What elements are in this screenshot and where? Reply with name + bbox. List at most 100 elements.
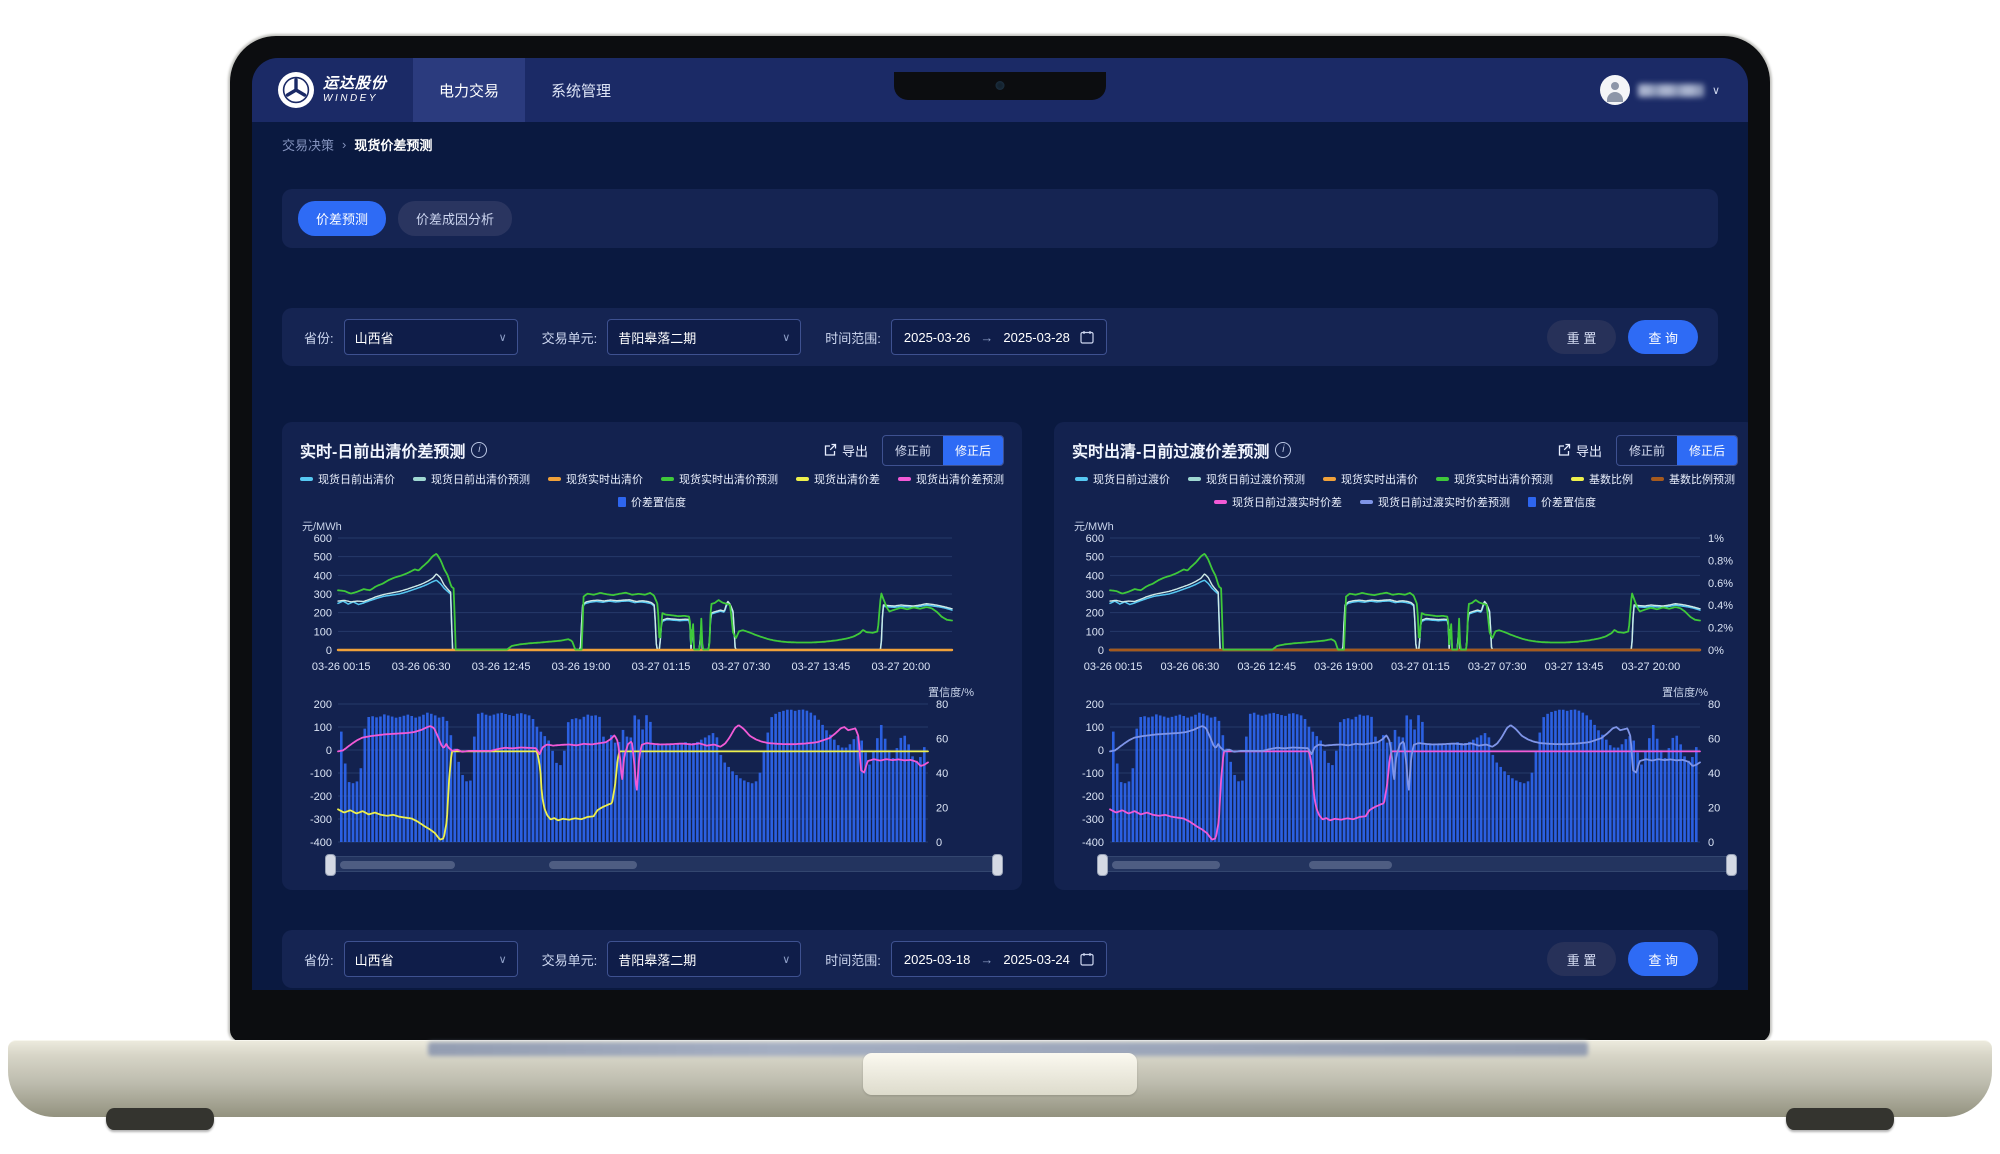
start-date: 2025-03-18 — [904, 952, 971, 967]
legend-swatch — [413, 477, 426, 481]
province-select[interactable]: 山西省∨ — [344, 319, 518, 355]
nav-item-system-management[interactable]: 系统管理 — [525, 58, 637, 122]
datazoom-handle-right[interactable] — [1726, 854, 1737, 876]
legend-item[interactable]: 现货实时出清价 — [548, 471, 643, 487]
price-diff-bar-chart: 2001000-100-200-300-400806040200 — [300, 698, 1004, 848]
svg-text:0: 0 — [1098, 745, 1104, 757]
svg-text:600: 600 — [1086, 533, 1104, 545]
svg-text:03-27 07:30: 03-27 07:30 — [1468, 661, 1527, 673]
legend-item[interactable]: 现货实时出清价 — [1323, 471, 1418, 487]
svg-text:03-26 19:00: 03-26 19:00 — [552, 661, 611, 673]
svg-text:03-27 01:15: 03-27 01:15 — [1391, 661, 1450, 673]
tab-price-diff-forecast[interactable]: 价差预测 — [298, 201, 386, 236]
legend-swatch — [300, 477, 313, 481]
price-diff-bar-chart: 2001000-100-200-300-400806040200 — [1072, 698, 1738, 848]
legend-swatch — [1188, 477, 1201, 481]
legend-item[interactable]: 现货出清价差 — [796, 471, 880, 487]
reset-button[interactable]: 重 置 — [1547, 320, 1617, 354]
legend-item[interactable]: 现货日前过渡实时价差预测 — [1360, 494, 1510, 510]
nav-item-power-trading[interactable]: 电力交易 — [413, 58, 525, 122]
legend-swatch — [1323, 477, 1336, 481]
svg-text:400: 400 — [314, 570, 332, 582]
svg-text:0: 0 — [326, 645, 332, 657]
svg-text:-300: -300 — [310, 814, 332, 826]
legend-item[interactable]: 现货日前出清价 — [300, 471, 395, 487]
datazoom-handle-left[interactable] — [325, 854, 336, 876]
svg-text:03-26 00:15: 03-26 00:15 — [1084, 661, 1143, 673]
datazoom-scrollbar[interactable] — [1098, 856, 1736, 872]
after-correction-button[interactable]: 修正后 — [943, 436, 1003, 465]
svg-text:0.6%: 0.6% — [1708, 578, 1733, 590]
legend-item[interactable]: 价差置信度 — [618, 494, 686, 510]
chart-panels: 实时-日前出清价差预测 i 导出 修正前 修正后 — [282, 422, 1718, 890]
query-button[interactable]: 查 询 — [1628, 320, 1698, 354]
legend-item[interactable]: 基数比例预测 — [1651, 471, 1735, 487]
reset-button[interactable]: 重 置 — [1547, 942, 1617, 976]
panel-realtime-dayahead-clearing: 实时-日前出清价差预测 i 导出 修正前 修正后 — [282, 422, 1022, 890]
export-button[interactable]: 导出 — [1557, 441, 1602, 460]
price-line-chart: 60050040030020010001%0.8%0.6%0.4%0.2%0%0… — [1072, 532, 1738, 682]
datazoom-handle-left[interactable] — [1097, 854, 1108, 876]
legend-item[interactable]: 现货实时出清价预测 — [1436, 471, 1553, 487]
breadcrumb: 交易决策 › 现货价差预测 — [252, 122, 1748, 165]
query-button[interactable]: 查 询 — [1628, 942, 1698, 976]
datazoom-handle-right[interactable] — [992, 854, 1003, 876]
y-axis-unit: 元/MWh — [1074, 518, 1114, 532]
y-axis-unit: 元/MWh — [302, 518, 342, 532]
export-button[interactable]: 导出 — [823, 441, 868, 460]
legend-item[interactable]: 现货日前过渡实时价差 — [1214, 494, 1342, 510]
date-range-picker[interactable]: 2025-03-18 → 2025-03-24 — [891, 941, 1107, 977]
svg-text:03-26 12:45: 03-26 12:45 — [472, 661, 531, 673]
info-icon[interactable]: i — [1275, 442, 1291, 458]
chevron-down-icon: ∨ — [782, 953, 790, 966]
price-line-chart: 600500400300200100003-26 00:1503-26 06:3… — [300, 532, 1004, 682]
confidence-axis-title: 置信度/% — [1662, 684, 1708, 698]
legend-item[interactable]: 现货实时出清价预测 — [661, 471, 778, 487]
laptop-base — [8, 1040, 1992, 1117]
legend-item[interactable]: 基数比例 — [1571, 471, 1633, 487]
svg-text:60: 60 — [1708, 734, 1720, 746]
legend-item[interactable]: 现货出清价差预测 — [898, 471, 1004, 487]
brand-logo[interactable]: 运达股份 WINDEY — [252, 72, 413, 108]
svg-text:600: 600 — [314, 533, 332, 545]
svg-text:03-26 19:00: 03-26 19:00 — [1314, 661, 1373, 673]
before-correction-button[interactable]: 修正前 — [1617, 436, 1677, 465]
legend-swatch — [1651, 477, 1664, 481]
svg-text:20: 20 — [1708, 803, 1720, 815]
svg-text:03-27 20:00: 03-27 20:00 — [1621, 661, 1680, 673]
svg-text:100: 100 — [314, 626, 332, 638]
tab-price-diff-cause-analysis[interactable]: 价差成因分析 — [398, 201, 512, 236]
trading-unit-select[interactable]: 昔阳皋落二期∨ — [607, 319, 801, 355]
svg-text:300: 300 — [314, 589, 332, 601]
start-date: 2025-03-26 — [904, 330, 971, 345]
after-correction-button[interactable]: 修正后 — [1677, 436, 1737, 465]
before-correction-button[interactable]: 修正前 — [883, 436, 943, 465]
svg-text:-300: -300 — [1082, 814, 1104, 826]
province-select[interactable]: 山西省∨ — [344, 941, 518, 977]
svg-text:0: 0 — [1708, 837, 1714, 848]
tabs-bar: 价差预测 价差成因分析 — [282, 189, 1718, 248]
legend-swatch — [548, 477, 561, 481]
date-range-picker[interactable]: 2025-03-26 → 2025-03-28 — [891, 319, 1107, 355]
legend-swatch — [661, 477, 674, 481]
legend-item[interactable]: 现货日前出清价预测 — [413, 471, 530, 487]
svg-text:03-27 01:15: 03-27 01:15 — [632, 661, 691, 673]
legend-item[interactable]: 现货日前过渡价 — [1075, 471, 1170, 487]
username-redacted — [1638, 84, 1704, 97]
chevron-down-icon: ∨ — [499, 331, 507, 344]
app-window: 运达股份 WINDEY 电力交易 系统管理 ∨ 交易决策 › 现货价差预测 价差 — [252, 58, 1748, 990]
legend-item[interactable]: 价差置信度 — [1528, 494, 1596, 510]
laptop-screen: 运达股份 WINDEY 电力交易 系统管理 ∨ 交易决策 › 现货价差预测 价差 — [230, 36, 1770, 1042]
trading-unit-select[interactable]: 昔阳皋落二期∨ — [607, 941, 801, 977]
svg-text:80: 80 — [1708, 699, 1720, 711]
legend-item[interactable]: 现货日前过渡价预测 — [1188, 471, 1305, 487]
panel-title: 实时出清-日前过渡价差预测 — [1072, 438, 1269, 462]
info-icon[interactable]: i — [471, 442, 487, 458]
svg-text:60: 60 — [936, 734, 948, 746]
legend-swatch — [1360, 500, 1373, 504]
svg-text:03-27 07:30: 03-27 07:30 — [712, 661, 771, 673]
legend-swatch — [898, 477, 911, 481]
breadcrumb-parent[interactable]: 交易决策 — [282, 135, 334, 154]
user-menu[interactable]: ∨ — [1600, 75, 1748, 105]
datazoom-scrollbar[interactable] — [326, 856, 1002, 872]
